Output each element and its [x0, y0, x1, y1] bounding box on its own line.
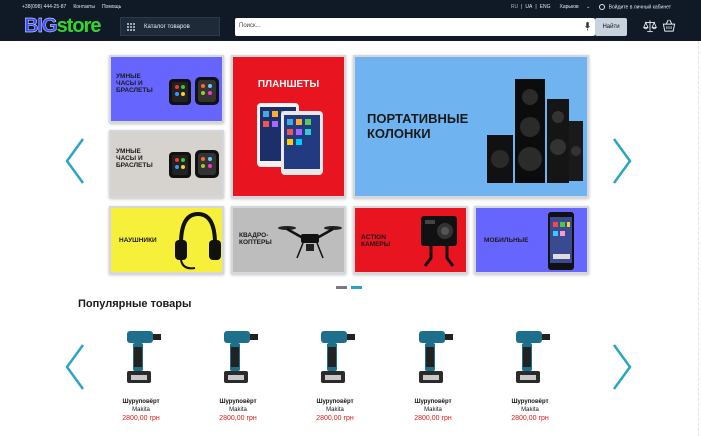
tablet-image — [257, 103, 323, 175]
search-placeholder: Поиск... — [239, 23, 261, 29]
smartphone-image — [548, 212, 574, 270]
login-link[interactable]: Войдите в личный кабинет — [599, 4, 671, 10]
product-card[interactable]: Шуруповёрт Makita 2800,00 грн — [403, 325, 463, 422]
product-card[interactable]: Шуруповёрт Makita 2800,00 грн — [500, 325, 560, 422]
drill-image — [127, 331, 161, 383]
grid-icon — [127, 22, 135, 31]
category-tile-smart-watches[interactable]: УМНЫЕ ЧАСЫ И БРАСЛЕТЫ — [109, 55, 224, 123]
logo-store: store — [56, 15, 102, 37]
category-tile-mobiles[interactable]: МОБИЛЬНЫЕ — [474, 206, 589, 274]
popular-section-title: Популярные товары — [78, 298, 192, 310]
language-switcher: RU | UA | ENG — [511, 4, 551, 10]
logo[interactable]: BIGstore — [24, 15, 104, 37]
page-edge-divider — [698, 41, 699, 436]
speaker-image — [487, 79, 583, 183]
tile-label: МОБИЛЬНЫЕ — [484, 237, 529, 244]
tile-label: УМНЫЕ ЧАСЫ И БРАСЛЕТЫ — [116, 73, 153, 94]
category-banner-slider: УМНЫЕ ЧАСЫ И БРАСЛЕТЫ ПЛАНШЕТЫ ПОРТАТИВН… — [0, 41, 701, 281]
category-tile-action-cameras[interactable]: ACTION КАМЕРЫ — [353, 206, 468, 274]
product-name: Шуруповёрт — [316, 399, 354, 405]
product-price: 2800,00 грн — [414, 415, 452, 422]
tile-label: ПОРТАТИВНЫЕ КОЛОНКИ — [367, 111, 469, 141]
product-name: Шуруповёрт — [122, 399, 160, 405]
lang-ua[interactable]: UA — [525, 4, 532, 10]
mic-icon[interactable] — [585, 22, 590, 31]
drill-image — [419, 331, 453, 383]
contacts-link[interactable]: Контакты — [73, 4, 95, 10]
chevron-right-icon[interactable] — [611, 137, 633, 185]
product-card[interactable]: Шуруповёрт Makita 2800,00 грн — [208, 325, 268, 422]
product-brand: Makita — [424, 407, 442, 413]
product-price: 2800,00 грн — [122, 415, 160, 422]
category-tile-tablets[interactable]: ПЛАНШЕТЫ — [231, 55, 346, 198]
city-label: Харьков — [559, 4, 579, 11]
city-select[interactable]: Харьков ⌄ — [560, 4, 591, 10]
slider-dot-2[interactable] — [351, 286, 362, 289]
top-utility-bar: +38(098) 444-25-87 Контакты Помощь RU | … — [0, 0, 701, 13]
product-card[interactable]: Шуруповёрт Makita 2800,00 грн — [305, 325, 365, 422]
product-brand: Makita — [326, 407, 344, 413]
tile-label: КВАДРО-КОПТЕРЫ — [239, 232, 272, 246]
tile-label: ПЛАНШЕТЫ — [257, 79, 320, 90]
lang-separator: | — [521, 4, 523, 11]
search-button[interactable]: Найти — [595, 18, 627, 36]
login-label: Войдите в личный кабинет — [608, 4, 671, 11]
chevron-right-icon[interactable] — [611, 343, 633, 391]
product-card[interactable]: Шуруповёрт Makita 2800,00 грн — [111, 325, 171, 422]
product-brand: Makita — [229, 407, 247, 413]
category-tile-drones[interactable]: КВАДРО-КОПТЕРЫ — [231, 206, 346, 274]
product-name: Шуруповёрт — [414, 399, 452, 405]
product-brand: Makita — [521, 407, 539, 413]
slider-dot-1[interactable] — [336, 286, 347, 289]
drill-image — [224, 331, 258, 383]
lang-separator: | — [535, 4, 537, 11]
chevron-down-icon: ⌄ — [586, 4, 591, 11]
product-price: 2800,00 грн — [316, 415, 354, 422]
tile-label: ACTION КАМЕРЫ — [361, 234, 391, 248]
lang-en[interactable]: ENG — [540, 4, 551, 10]
phone-link[interactable]: +38(098) 444-25-87 — [22, 4, 66, 10]
smartwatch-image — [169, 77, 219, 105]
smartwatch-image — [169, 150, 219, 178]
headphones-image — [175, 211, 221, 270]
catalog-button[interactable]: Каталог товаров — [120, 17, 220, 36]
product-price: 2800,00 грн — [511, 415, 549, 422]
chevron-left-icon[interactable] — [64, 343, 86, 391]
lang-ru[interactable]: RU — [511, 4, 518, 10]
catalog-label: Каталог товаров — [144, 23, 190, 30]
drill-image — [516, 331, 550, 383]
category-tile-smart-watches-2[interactable]: УМНЫЕ ЧАСЫ И БРАСЛЕТЫ — [109, 130, 224, 198]
drill-image — [321, 331, 355, 383]
compare-icon[interactable] — [643, 19, 657, 33]
category-tile-headphones[interactable]: НАУШНИКИ — [109, 206, 224, 274]
product-name: Шуруповёрт — [219, 399, 257, 405]
search-input[interactable]: Поиск... — [235, 18, 595, 36]
drone-image — [278, 226, 342, 259]
tile-label: УМНЫЕ ЧАСЫ И БРАСЛЕТЫ — [116, 148, 153, 169]
cart-icon[interactable] — [662, 18, 676, 33]
logo-big: BIG — [24, 15, 58, 37]
action-camera-image — [421, 216, 457, 267]
user-icon — [599, 4, 606, 10]
chevron-left-icon[interactable] — [64, 137, 86, 185]
product-name: Шуруповёрт — [511, 399, 549, 405]
tile-label: НАУШНИКИ — [119, 237, 157, 244]
category-tile-portable-speakers[interactable]: ПОРТАТИВНЫЕ КОЛОНКИ — [353, 55, 589, 198]
main-header: BIGstore Каталог товаров Поиск... Найти — [0, 13, 701, 41]
product-price: 2800,00 грн — [219, 415, 257, 422]
slider-dots — [336, 286, 362, 289]
product-brand: Makita — [132, 407, 150, 413]
help-link[interactable]: Помощь — [102, 4, 121, 10]
